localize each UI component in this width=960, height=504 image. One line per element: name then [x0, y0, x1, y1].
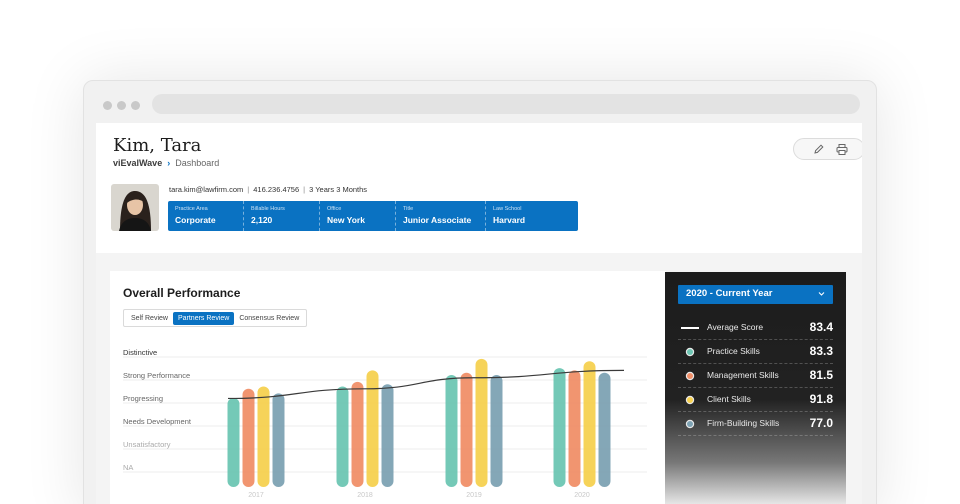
metric-score: 77.0	[809, 416, 833, 430]
year-dropdown-value: 2020 - Current Year	[686, 288, 773, 299]
metric-score: 91.8	[809, 392, 833, 406]
detail-law-school: Law School Harvard	[486, 201, 578, 231]
legend-dot-icon	[687, 397, 693, 403]
y-level-label: Unsatisfactory	[123, 440, 171, 449]
bar	[381, 384, 394, 487]
metric-row: Average Score 83.4	[678, 316, 833, 340]
bar	[460, 372, 473, 487]
profile-details-bar: Practice Area Corporate Billable Hours 2…	[168, 201, 578, 231]
overall-performance-card: Overall Performance Self Review Partners…	[110, 271, 666, 504]
detail-value: Junior Associate	[403, 215, 472, 225]
chevron-right-icon: ›	[167, 158, 171, 168]
bar	[568, 370, 581, 487]
profile-tenure: 3 Years 3 Months	[309, 185, 368, 194]
metric-score: 83.3	[809, 344, 833, 358]
x-tick-label: 2018	[357, 492, 373, 499]
review-type-tabs: Self Review Partners Review Consensus Re…	[123, 309, 308, 327]
dashboard-content: Kim, Tara viEvalWave › Dashboard tara.kim@…	[96, 123, 862, 504]
bar	[583, 361, 596, 487]
y-level-label: Distinctive	[123, 348, 157, 357]
detail-value: Corporate	[175, 215, 216, 225]
detail-value: 2,120	[251, 215, 273, 225]
trend-line-icon	[681, 327, 699, 329]
score-summary-panel: 2020 - Current Year Average Score 83.4 Pra…	[665, 272, 846, 504]
detail-label: Office	[327, 206, 342, 212]
detail-label: Law School	[493, 206, 522, 212]
bar	[445, 375, 458, 487]
profile-email[interactable]: tara.kim@lawfirm.com	[169, 185, 243, 194]
metric-label: Client Skills	[707, 394, 751, 404]
y-level-label: Strong Performance	[123, 371, 190, 380]
performance-title: Overall Performance	[123, 286, 241, 300]
tab-self-review[interactable]: Self Review	[126, 312, 173, 325]
breadcrumb-app[interactable]: viEvalWave	[113, 158, 162, 168]
y-level-label: Progressing	[123, 394, 163, 403]
window-dot-icon	[103, 101, 112, 110]
legend-dot-icon	[687, 349, 693, 355]
window-dot-icon	[131, 101, 140, 110]
y-level-label: Needs Development	[123, 417, 192, 426]
detail-value: Harvard	[493, 215, 526, 225]
profile-name: Kim, Tara	[113, 135, 202, 156]
detail-value: New York	[327, 215, 365, 225]
avatar	[111, 184, 159, 231]
detail-title: Title Junior Associate	[396, 201, 486, 231]
detail-label: Billable Hours	[251, 206, 285, 212]
metric-label: Firm-Building Skills	[707, 418, 780, 428]
bar	[257, 386, 270, 487]
detail-label: Title	[403, 206, 414, 212]
x-tick-label: 2017	[248, 492, 264, 499]
bar	[336, 386, 349, 487]
breadcrumb-page: Dashboard	[175, 158, 220, 168]
metric-score: 81.5	[809, 368, 833, 382]
legend-dot-icon	[687, 421, 693, 427]
metric-label: Management Skills	[707, 370, 779, 380]
contact-line: tara.kim@lawfirm.com | 416.236.4756 | 3 Year…	[169, 185, 368, 194]
bar	[227, 398, 240, 487]
bar	[272, 393, 285, 487]
printer-icon[interactable]	[835, 143, 849, 156]
legend-dot-icon	[687, 373, 693, 379]
bar	[242, 388, 255, 487]
tab-partners-review[interactable]: Partners Review	[172, 311, 235, 325]
bar	[490, 375, 503, 487]
detail-label: Practice Area	[175, 206, 208, 212]
y-level-label: NA	[123, 463, 133, 472]
metric-label: Average Score	[707, 322, 764, 332]
pencil-icon[interactable]	[812, 143, 826, 156]
profile-header: Kim, Tara viEvalWave › Dashboard tara.kim@…	[96, 123, 862, 253]
x-tick-label: 2019	[466, 492, 482, 499]
detail-billable-hours: Billable Hours 2,120	[244, 201, 320, 231]
window-dot-icon	[117, 101, 126, 110]
year-dropdown[interactable]: 2020 - Current Year	[678, 285, 833, 304]
bar	[553, 368, 566, 487]
bar	[351, 381, 364, 487]
detail-office: Office New York	[320, 201, 396, 231]
metric-row: Management Skills 81.5	[678, 364, 833, 388]
metric-label: Practice Skills	[707, 346, 760, 356]
bar	[598, 372, 611, 487]
metric-row: Practice Skills 83.3	[678, 340, 833, 364]
metric-row: Firm-Building Skills 77.0	[678, 412, 833, 436]
tab-consensus-review[interactable]: Consensus Review	[234, 312, 304, 325]
address-bar[interactable]	[152, 94, 860, 114]
x-tick-label: 2020	[574, 492, 590, 499]
header-toolbar	[793, 138, 862, 160]
metric-row: Client Skills 91.8	[678, 388, 833, 412]
profile-phone: 416.236.4756	[253, 185, 300, 194]
detail-practice-area: Practice Area Corporate	[168, 201, 244, 231]
bar	[366, 370, 379, 487]
chevron-down-icon	[818, 292, 825, 296]
metric-score: 83.4	[809, 320, 833, 334]
breadcrumb: viEvalWave › Dashboard	[113, 158, 219, 168]
performance-chart: Distinctive Strong Performance Progressing…	[123, 348, 647, 499]
